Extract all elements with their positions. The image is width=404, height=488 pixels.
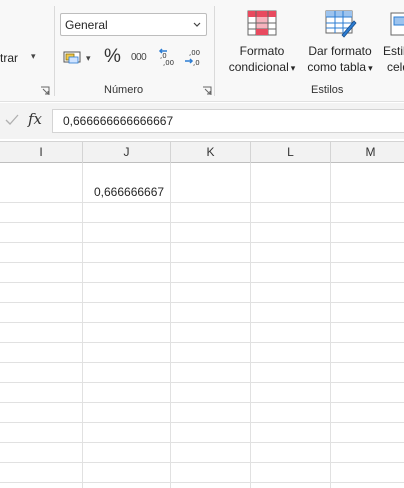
formula-input-value: 0,666666666666667 xyxy=(63,114,174,128)
percent-style-button[interactable]: % xyxy=(104,46,121,68)
grid-line xyxy=(0,422,404,423)
number-format-value: General xyxy=(65,18,108,32)
conditional-format-icon[interactable] xyxy=(247,10,277,36)
chevron-down-icon[interactable]: ▾ xyxy=(31,51,36,62)
dialog-launcher-icon[interactable] xyxy=(202,86,212,96)
cell-j1-value[interactable]: 0,666666667 xyxy=(94,185,164,199)
grid-line xyxy=(0,302,404,303)
formula-bar: fx 0,666666666666667 xyxy=(0,103,404,139)
column-header-k[interactable]: K xyxy=(171,142,251,163)
format-as-table-label-line1: Dar formato xyxy=(308,44,372,58)
format-as-table-label-line2: como tabla ▾ xyxy=(300,59,380,76)
sort-filter-button-label[interactable]: trar xyxy=(0,51,18,65)
grid-line xyxy=(0,362,404,363)
column-header-l[interactable]: L xyxy=(251,142,331,163)
conditional-format-label-line1: Formato xyxy=(239,44,285,58)
chevron-down-icon: ▾ xyxy=(290,63,296,73)
cell-styles-label-line1: Estil xyxy=(383,44,404,58)
grid-line xyxy=(330,163,331,488)
column-header-m[interactable]: M xyxy=(331,142,404,163)
ribbon: trar ▾ General ▾ % 000 ,0 ,00 ,00 ,0 Núm… xyxy=(0,0,404,102)
grid-line xyxy=(0,222,404,223)
svg-text:,00: ,00 xyxy=(163,59,174,67)
cell-styles-label-line2: celd xyxy=(387,60,404,74)
format-as-table-label-text: como tabla xyxy=(307,60,367,74)
grid-line xyxy=(82,163,83,488)
cell-grid[interactable]: 0,666666667 xyxy=(0,163,404,488)
format-as-table-icon[interactable] xyxy=(325,10,357,38)
grid-line xyxy=(0,242,404,243)
column-header-j[interactable]: J xyxy=(83,142,171,163)
grid-line xyxy=(0,262,404,263)
number-format-select[interactable]: General xyxy=(60,13,207,36)
cell-styles-button[interactable]: Estil celd xyxy=(383,43,404,75)
conditional-format-button[interactable]: Formato condicional ▾ xyxy=(222,43,302,76)
grid-line xyxy=(0,342,404,343)
formula-input[interactable]: 0,666666666666667 xyxy=(52,109,404,133)
styles-group-label: Estilos xyxy=(311,84,344,96)
column-header-row: I J K L M xyxy=(0,141,404,163)
group-separator xyxy=(54,6,55,96)
conditional-format-label-line2: condicional ▾ xyxy=(222,59,302,76)
thousands-separator-button[interactable]: 000 xyxy=(131,52,147,63)
grid-line xyxy=(0,282,404,283)
grid-line xyxy=(0,462,404,463)
grid-line xyxy=(250,163,251,488)
svg-text:,0: ,0 xyxy=(193,59,200,67)
dialog-launcher-icon[interactable] xyxy=(40,86,50,96)
cell-styles-icon[interactable] xyxy=(390,12,404,36)
grid-line xyxy=(0,402,404,403)
chevron-down-icon: ▾ xyxy=(368,63,373,73)
accounting-format-icon[interactable] xyxy=(63,50,83,66)
chevron-down-icon xyxy=(192,17,202,31)
chevron-down-icon[interactable]: ▾ xyxy=(86,53,91,64)
svg-text:,00: ,00 xyxy=(189,49,200,57)
grid-line xyxy=(0,382,404,383)
grid-line xyxy=(0,202,404,203)
grid-line xyxy=(0,442,404,443)
number-group-label: Número xyxy=(104,84,144,96)
formula-bar-controls: fx xyxy=(0,109,52,133)
grid-line xyxy=(0,322,404,323)
insert-function-button[interactable]: fx xyxy=(28,110,42,128)
increase-decimal-icon[interactable]: ,0 ,00 xyxy=(158,47,178,67)
group-separator xyxy=(214,6,215,96)
column-header-i[interactable]: I xyxy=(0,142,83,163)
enter-check-icon[interactable] xyxy=(4,113,20,127)
decrease-decimal-icon[interactable]: ,00 ,0 xyxy=(184,47,204,67)
grid-line xyxy=(0,482,404,483)
grid-line xyxy=(170,163,171,488)
conditional-format-label-text: condicional xyxy=(228,60,289,74)
format-as-table-button[interactable]: Dar formato como tabla ▾ xyxy=(300,43,380,76)
